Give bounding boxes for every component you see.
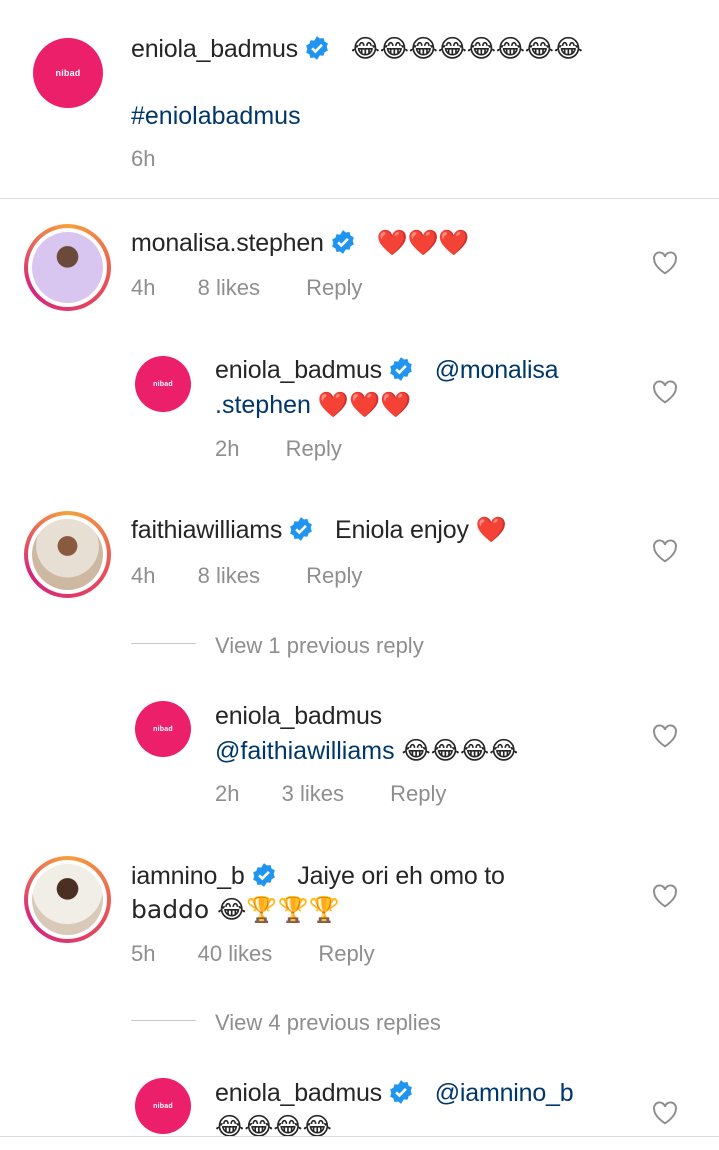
comment-text: ❤️❤️❤️ [376,228,470,257]
verified-badge-icon [252,863,275,887]
comment-time: 4h [131,563,156,588]
reply-meta: 2h 3 likes Reply [215,781,446,807]
reply-text: .stephen ❤️❤️❤️ [215,388,411,422]
comment-username[interactable]: monalisa.stephen ❤️❤️❤️ [131,228,470,258]
view-previous-replies-button[interactable]: View 1 previous reply [215,633,424,659]
verified-badge-icon [390,357,412,381]
caption-hashtag[interactable]: #eniolabadmus [131,99,301,133]
comment-meta: 4h 8 likes Reply [131,275,362,301]
reply-emojis: ❤️❤️❤️ [317,390,412,419]
heart-outline-icon[interactable] [652,724,678,748]
heart-outline-icon[interactable] [652,251,678,275]
view-replies-line [131,1020,196,1021]
comment-username[interactable]: iamnino_b Jaiye ori eh omo to [131,862,505,891]
reply-username-text[interactable]: eniola_badmus [215,356,382,384]
comment-username[interactable]: faithiawilliams Eniola enjoy ❤️ [131,516,507,545]
reply-mention-cont[interactable]: .stephen [215,391,311,419]
reply-emojis: 😂😂😂😂 [215,1112,332,1136]
brand-logo: nibad [153,380,173,388]
reply-time: 2h [215,781,240,806]
avatar [32,232,103,303]
caption-time: 6h [131,146,156,171]
reply-mention[interactable]: @iamnino_b [435,1079,574,1107]
caption-username-text[interactable]: eniola_badmus [131,35,298,63]
reply-username[interactable]: eniola_badmus @iamnino_b [215,1079,574,1108]
caption-text: 😂😂😂😂😂😂😂😂 [350,34,583,63]
reply-avatar[interactable]: nibad [135,356,191,412]
caption-avatar[interactable]: nibad [33,38,103,108]
verified-badge-icon [306,36,328,60]
reply-avatar[interactable]: nibad [135,701,191,757]
reply-emojis: 😂😂😂😂 [401,736,519,765]
reply-meta: 2h Reply [215,436,342,462]
bottom-divider [0,1136,719,1137]
reply-time: 2h [215,436,240,461]
brand-logo: nibad [55,68,81,78]
comment-likes[interactable]: 8 likes [198,563,260,589]
comment-avatar-faithia[interactable] [24,511,111,598]
avatar [32,519,103,590]
comment-time: 5h [131,941,156,966]
comment-text: Jaiye ori eh omo to [297,862,505,890]
heart-outline-icon[interactable] [652,1101,678,1125]
reply-button[interactable]: Reply [318,941,374,967]
comment-time: 4h [131,275,156,300]
reply-button[interactable]: Reply [390,781,446,807]
reply-mention[interactable]: @faithiawilliams [215,737,395,765]
verified-badge-icon [390,1080,412,1104]
comment-avatar-monalisa[interactable] [24,224,111,311]
avatar [32,864,103,935]
brand-logo: nibad [153,725,173,733]
comment-text: Eniola enjoy ❤️ [334,516,507,544]
comment-username-text[interactable]: faithiawilliams [131,516,282,544]
comment-avatar-iamnino[interactable] [24,856,111,943]
comment-meta: 5h 40 likes Reply [131,941,375,967]
view-replies-line [131,643,196,644]
heart-outline-icon[interactable] [652,884,678,908]
reply-text: @faithiawilliams 😂😂😂😂 [215,734,518,768]
caption-username[interactable]: eniola_badmus 😂😂😂😂😂😂😂😂 [131,34,583,64]
comment-likes[interactable]: 8 likes [198,275,260,301]
reply-button[interactable]: Reply [286,436,342,462]
comments-screen: nibad eniola_badmus 😂😂😂😂😂😂😂😂 #eniolabadm… [0,0,719,1150]
reply-mention[interactable]: @monalisa [435,356,559,384]
comment-username-text[interactable]: iamnino_b [131,862,245,890]
comment-text-cont: baddo 😂🏆🏆🏆 [131,895,340,924]
brand-logo: nibad [153,1102,173,1110]
comment-username-text[interactable]: monalisa.stephen [131,229,324,257]
verified-badge-icon [290,517,313,541]
heart-outline-icon[interactable] [652,539,678,563]
view-previous-replies-button[interactable]: View 4 previous replies [215,1010,441,1036]
reply-username[interactable]: eniola_badmus [215,702,382,731]
caption-divider [0,198,719,199]
comment-meta: 4h 8 likes Reply [131,563,362,589]
heart-outline-icon[interactable] [652,380,678,404]
reply-username-text[interactable]: eniola_badmus [215,1079,382,1107]
verified-badge-icon [331,230,354,254]
comment-likes[interactable]: 40 likes [198,941,273,967]
reply-username[interactable]: eniola_badmus @monalisa [215,356,559,385]
reply-avatar[interactable]: nibad [135,1078,191,1134]
reply-button[interactable]: Reply [306,275,362,301]
reply-likes[interactable]: 3 likes [282,781,344,807]
reply-button[interactable]: Reply [306,563,362,589]
